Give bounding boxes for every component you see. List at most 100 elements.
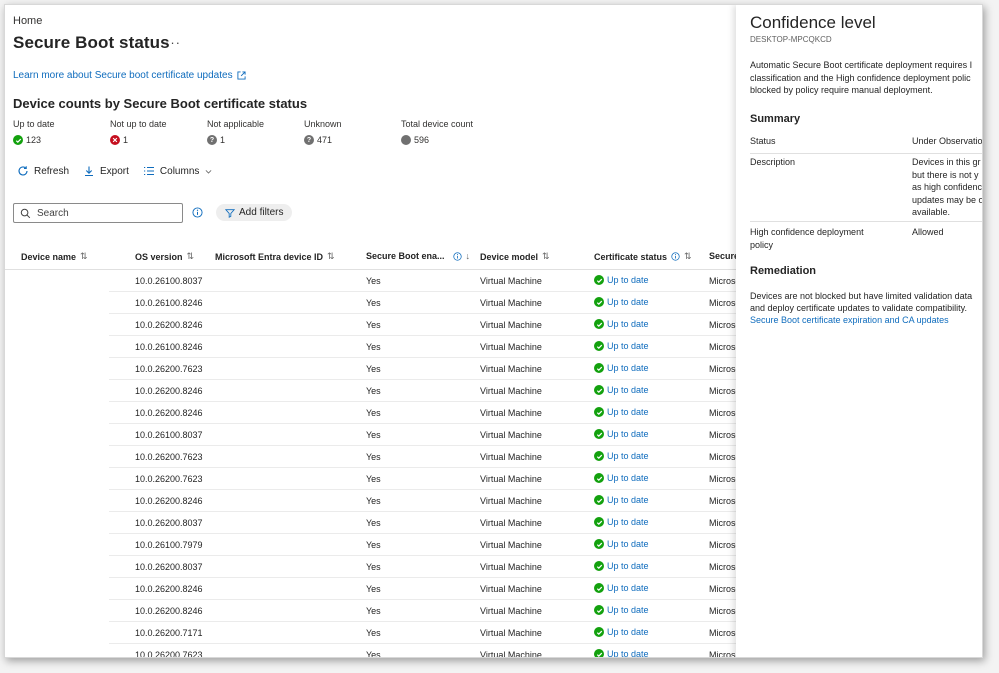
high-confidence-label: High confidence deployment policy xyxy=(750,226,890,251)
certificate-status-cell[interactable]: Up to date xyxy=(594,275,649,285)
secure-cell: Microso xyxy=(709,298,736,308)
table-row[interactable]: 10.0.26100.8246 Yes Virtual Machine Up to d… xyxy=(109,291,736,314)
table-row[interactable]: 10.0.26200.8246 Yes Virtual Machine Up to d… xyxy=(109,313,736,336)
certificate-status-cell[interactable]: Up to date xyxy=(594,561,649,571)
breadcrumb-home[interactable]: Home xyxy=(13,15,42,27)
learn-more-link[interactable]: Learn more about Secure boot certificate… xyxy=(13,70,246,81)
column-header-label: OS version xyxy=(135,251,183,262)
certificate-status-cell[interactable]: Up to date xyxy=(594,583,649,593)
panel-description-line: blocked by policy require manual deploym… xyxy=(750,85,933,95)
export-button[interactable]: Export xyxy=(83,165,129,177)
stat-value: 596 xyxy=(414,135,430,145)
stat-not-up-to-date: Not up to date 1 xyxy=(110,119,207,145)
column-header-secure-boot[interactable]: Secure Boot ena... ↓ xyxy=(366,251,470,261)
table-row[interactable]: 10.0.26200.8246 Yes Virtual Machine Up to d… xyxy=(109,401,736,424)
columns-button[interactable]: Columns xyxy=(143,165,213,177)
os-version-cell: 10.0.26100.8037 xyxy=(135,276,203,286)
table-row[interactable]: 10.0.26200.8037 Yes Virtual Machine Up to d… xyxy=(109,555,736,578)
certificate-status-cell[interactable]: Up to date xyxy=(594,297,649,307)
table-row[interactable]: 10.0.26200.8246 Yes Virtual Machine Up to d… xyxy=(109,489,736,512)
sort-descending-icon: ↓ xyxy=(465,251,471,261)
certificate-status-cell[interactable]: Up to date xyxy=(594,385,649,395)
table-row[interactable]: 10.0.26200.8246 Yes Virtual Machine Up to d… xyxy=(109,577,736,600)
table-row[interactable]: 10.0.26100.7979 Yes Virtual Machine Up to d… xyxy=(109,533,736,556)
device-model-cell: Virtual Machine xyxy=(480,276,542,286)
certificate-status-cell[interactable]: Up to date xyxy=(594,429,649,439)
table-row[interactable]: 10.0.26100.8246 Yes Virtual Machine Up to d… xyxy=(109,335,736,358)
column-header-device-model[interactable]: Device model ⇅ xyxy=(480,251,550,262)
error-circle-icon xyxy=(110,135,120,145)
more-options-button[interactable]: ··· xyxy=(165,35,181,50)
certificate-status-text: Up to date xyxy=(607,385,649,395)
add-filters-button[interactable]: Add filters xyxy=(216,204,293,221)
export-label: Export xyxy=(100,165,129,177)
confidence-level-panel: Confidence level DESKTOP-MPCQKCD Automat… xyxy=(736,5,982,657)
table-row[interactable]: 10.0.26200.7623 Yes Virtual Machine Up to d… xyxy=(109,445,736,468)
column-header-label: Secure Boot ena... xyxy=(366,251,445,261)
certificate-status-cell[interactable]: Up to date xyxy=(594,495,649,505)
os-version-cell: 10.0.26200.8246 xyxy=(135,320,203,330)
refresh-button[interactable]: Refresh xyxy=(17,165,69,177)
info-icon[interactable] xyxy=(192,207,203,218)
secure-cell: Microso xyxy=(709,518,736,528)
table-row[interactable]: 10.0.26200.7623 Yes Virtual Machine Up to d… xyxy=(109,467,736,490)
status-value: Under Observatio xyxy=(912,136,982,146)
column-header-os-version[interactable]: OS version ⇅ xyxy=(135,251,194,262)
column-header-device-name[interactable]: Device name ⇅ xyxy=(21,251,88,262)
certificate-status-cell[interactable]: Up to date xyxy=(594,407,649,417)
secure-boot-cell: Yes xyxy=(366,408,381,418)
certificate-status-cell[interactable]: Up to date xyxy=(594,363,649,373)
device-model-cell: Virtual Machine xyxy=(480,408,542,418)
certificate-status-cell[interactable]: Up to date xyxy=(594,649,649,657)
stat-value: 1 xyxy=(220,135,226,145)
column-header-secure[interactable]: Secure xyxy=(709,251,736,261)
stat-label: Not up to date xyxy=(110,119,167,129)
table-row[interactable]: 10.0.26200.8246 Yes Virtual Machine Up to d… xyxy=(109,379,736,402)
search-input[interactable]: Search xyxy=(13,203,183,223)
table-row[interactable]: 10.0.26200.7623 Yes Virtual Machine Up to d… xyxy=(109,357,736,380)
column-header-entra-id[interactable]: Microsoft Entra device ID ⇅ xyxy=(215,251,335,262)
certificate-status-cell[interactable]: Up to date xyxy=(594,605,649,615)
os-version-cell: 10.0.26100.7979 xyxy=(135,540,203,550)
check-circle-icon xyxy=(594,473,604,483)
secure-boot-cell: Yes xyxy=(366,342,381,352)
table-row[interactable]: 10.0.26100.8037 Yes Virtual Machine Up to d… xyxy=(109,269,736,292)
info-icon[interactable] xyxy=(452,251,462,261)
total-circle-icon xyxy=(401,135,411,145)
info-icon[interactable] xyxy=(671,252,680,261)
check-circle-icon xyxy=(594,341,604,351)
table-row[interactable]: 10.0.26200.8246 Yes Virtual Machine Up to d… xyxy=(109,599,736,622)
table-row[interactable]: 10.0.26200.7171 Yes Virtual Machine Up to d… xyxy=(109,621,736,644)
secure-boot-cell: Yes xyxy=(366,474,381,484)
description-value-line: but there is not y xyxy=(912,169,979,180)
table-row[interactable]: 10.0.26100.8037 Yes Virtual Machine Up to d… xyxy=(109,423,736,446)
table-row[interactable]: 10.0.26200.8037 Yes Virtual Machine Up to d… xyxy=(109,511,736,534)
certificate-status-cell[interactable]: Up to date xyxy=(594,451,649,461)
columns-label: Columns xyxy=(159,165,200,177)
certificate-status-cell[interactable]: Up to date xyxy=(594,341,649,351)
panel-description-line: classification and the High confidence d… xyxy=(750,72,971,83)
certificate-status-cell[interactable]: Up to date xyxy=(594,539,649,549)
check-circle-icon xyxy=(594,275,604,285)
os-version-cell: 10.0.26200.7623 xyxy=(135,364,203,374)
secure-boot-cell: Yes xyxy=(366,606,381,616)
remediation-link[interactable]: Secure Boot certificate expiration and C… xyxy=(750,315,949,325)
table-row[interactable]: 10.0.26200.7623 Yes Virtual Machine Up to d… xyxy=(109,643,736,657)
secure-boot-cell: Yes xyxy=(366,276,381,286)
sort-icon: ⇅ xyxy=(80,251,88,261)
certificate-status-text: Up to date xyxy=(607,627,649,637)
divider xyxy=(750,221,982,222)
refresh-icon xyxy=(18,166,28,176)
columns-list-icon xyxy=(143,166,154,176)
certificate-status-cell[interactable]: Up to date xyxy=(594,517,649,527)
divider xyxy=(750,153,982,154)
certificate-status-cell[interactable]: Up to date xyxy=(594,473,649,483)
check-circle-icon xyxy=(594,627,604,637)
column-header-certificate-status[interactable]: Certificate status ⇅ xyxy=(594,251,692,262)
download-icon xyxy=(85,166,94,177)
check-circle-icon xyxy=(594,429,604,439)
certificate-status-cell[interactable]: Up to date xyxy=(594,627,649,637)
certificate-status-cell[interactable]: Up to date xyxy=(594,319,649,329)
summary-heading: Summary xyxy=(750,113,801,125)
status-counts: Up to date 123 Not up to date 1 Not appl… xyxy=(13,119,498,145)
